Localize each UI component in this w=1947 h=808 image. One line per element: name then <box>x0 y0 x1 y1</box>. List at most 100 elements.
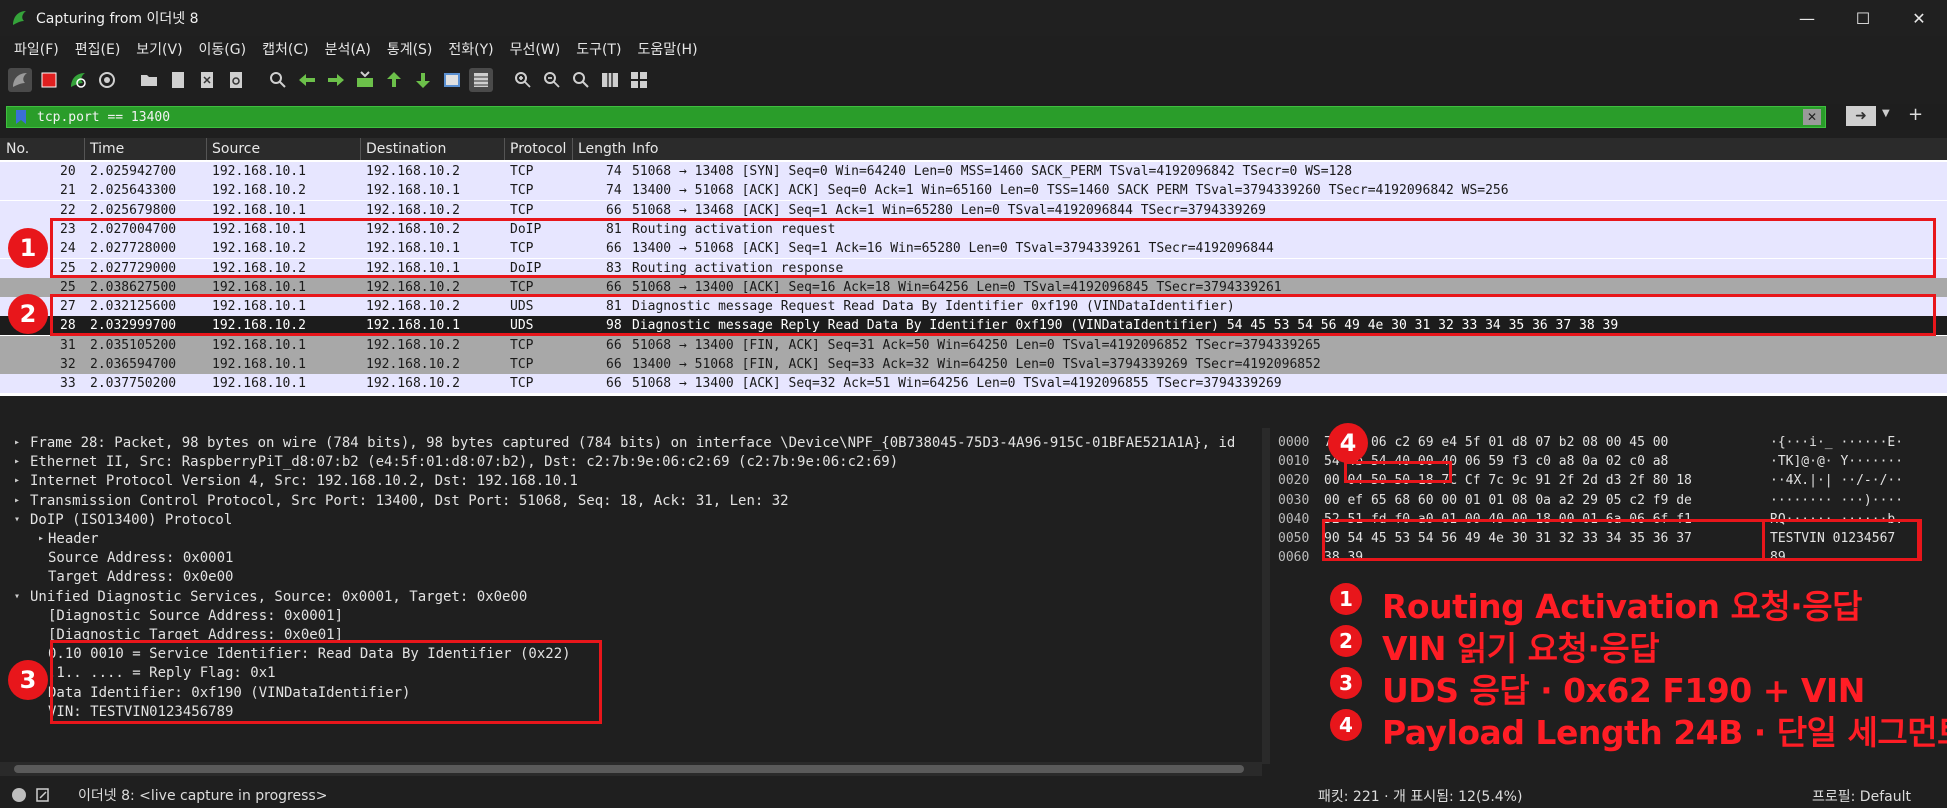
menu-capture[interactable]: 캡처(C) <box>254 39 316 59</box>
menu-wireless[interactable]: 무선(W) <box>502 39 569 59</box>
details-scroll-thumb[interactable] <box>14 765 1244 773</box>
packet-info: 51068 → 13400 [ACK] Seq=32 Ack=51 Win=64… <box>632 376 1282 392</box>
grid-icon <box>631 72 647 88</box>
packet-protocol: TCP <box>510 202 534 218</box>
close-button[interactable]: ✕ <box>1891 0 1947 36</box>
packet-time: 2.036594700 <box>90 357 177 372</box>
interface-status: 이더넷 8: <live capture in progress> <box>78 788 328 804</box>
colorize-button[interactable] <box>469 68 493 92</box>
filter-history-chevron-down-icon[interactable]: ▼ <box>1882 108 1890 119</box>
packet-destination: 192.168.10.2 <box>366 357 460 372</box>
capture-options-button[interactable] <box>95 68 119 92</box>
menu-help[interactable]: 도움말(H) <box>629 39 705 59</box>
menu-tools[interactable]: 도구(T) <box>568 39 629 59</box>
menu-telephony[interactable]: 전화(Y) <box>440 39 501 59</box>
expand-chevron-right-icon[interactable]: ▸ <box>14 495 20 506</box>
zoom-normal-button[interactable] <box>569 68 593 92</box>
hex-ascii: ········ ···)···· <box>1770 492 1904 508</box>
autoscroll-button[interactable] <box>440 68 464 92</box>
menu-statistics[interactable]: 통계(S) <box>379 39 441 59</box>
packet-row[interactable]: 22 2.025679800 192.168.10.1 192.168.10.2 TCP… <box>0 200 1947 220</box>
packet-source: 192.168.10.1 <box>212 376 306 392</box>
status-bar: 이더넷 8: <live capture in progress> 패킷: 22… <box>0 780 1947 808</box>
packet-row[interactable]: 32 2.036594700 192.168.10.1 192.168.10.2 TCP… <box>0 355 1947 374</box>
menu-view[interactable]: 보기(V) <box>128 39 190 59</box>
go-first-button[interactable] <box>382 68 406 92</box>
expand-chevron-right-icon[interactable]: ▸ <box>14 475 20 486</box>
capture-comment-icon[interactable] <box>36 788 50 802</box>
packet-info: 51068 → 13468 [ACK] Seq=1 Ack=1 Win=6528… <box>632 202 1266 218</box>
reload-file-button[interactable] <box>224 68 248 92</box>
document-icon <box>172 72 184 88</box>
packet-protocol: TCP <box>510 357 534 372</box>
display-filter-input[interactable]: tcp.port == 13400 ✕ <box>6 106 1826 128</box>
hex-bytes: 7b 9e 06 c2 69 e4 5f 01 d8 07 b2 08 00 4… <box>1324 435 1669 450</box>
open-file-button[interactable] <box>137 68 161 92</box>
detail-text: Transmission Control Protocol, Src Port:… <box>30 492 789 509</box>
layout-button[interactable] <box>627 68 651 92</box>
expand-chevron-down-icon[interactable]: ▾ <box>14 514 20 525</box>
col-info[interactable]: Info <box>632 141 659 157</box>
packet-destination: 192.168.10.2 <box>366 164 460 179</box>
packet-source: 192.168.10.1 <box>212 279 306 295</box>
expand-chevron-right-icon[interactable]: ▸ <box>38 533 44 544</box>
badge-2: 2 <box>8 294 48 334</box>
gear-icon <box>99 72 115 88</box>
menu-file[interactable]: 파일(F) <box>6 39 67 59</box>
packet-count-status: 패킷: 221 · 개 표시됨: 12(5.4%) <box>1318 789 1523 805</box>
pane-splitter[interactable] <box>0 396 1947 404</box>
menu-analyze[interactable]: 분석(A) <box>317 39 379 59</box>
expand-chevron-down-icon[interactable]: ▾ <box>14 591 20 602</box>
zoom-out-button[interactable] <box>540 68 564 92</box>
go-forward-button[interactable] <box>324 68 348 92</box>
close-file-button[interactable] <box>195 68 219 92</box>
col-time[interactable]: Time <box>90 141 124 157</box>
col-destination[interactable]: Destination <box>366 141 446 157</box>
packet-source: 192.168.10.1 <box>212 164 306 179</box>
restart-capture-button[interactable] <box>66 68 90 92</box>
highlight-box-vin-read <box>50 294 1936 336</box>
maximize-button[interactable]: ☐ <box>1835 0 1891 36</box>
profile-status[interactable]: 프로필: Default <box>1812 786 1911 806</box>
expand-chevron-right-icon[interactable]: ▸ <box>14 437 20 448</box>
packet-row[interactable]: 33 2.037750200 192.168.10.1 192.168.10.2 TCP… <box>0 374 1947 394</box>
packet-no: 20 <box>60 164 76 179</box>
col-no[interactable]: No. <box>6 141 29 157</box>
capture-status-icon[interactable] <box>12 788 26 802</box>
minimize-button[interactable]: — <box>1779 0 1835 36</box>
hex-offset: 0020 <box>1278 473 1310 489</box>
stop-capture-button[interactable] <box>37 68 61 92</box>
col-protocol[interactable]: Protocol <box>510 141 566 157</box>
menu-edit[interactable]: 편집(E) <box>67 39 129 59</box>
detail-text: Frame 28: Packet, 98 bytes on wire (784 … <box>30 435 1236 451</box>
vertical-splitter[interactable] <box>1262 428 1270 764</box>
go-to-packet-button[interactable] <box>353 68 377 92</box>
packet-source: 192.168.10.1 <box>212 357 306 372</box>
expand-chevron-right-icon[interactable]: ▸ <box>14 456 20 467</box>
save-file-button[interactable] <box>166 68 190 92</box>
col-source[interactable]: Source <box>212 141 260 157</box>
bookmark-icon[interactable] <box>13 109 29 125</box>
col-length[interactable]: Length <box>578 141 626 157</box>
resize-columns-button[interactable] <box>598 68 622 92</box>
packet-destination: 192.168.10.2 <box>366 337 460 353</box>
packet-row[interactable]: 21 2.025643300 192.168.10.2 192.168.10.1 TCP… <box>0 181 1947 201</box>
packet-no: 25 <box>60 279 76 295</box>
zoom-in-button[interactable] <box>511 68 535 92</box>
packet-row[interactable]: 20 2.025942700 192.168.10.1 192.168.10.2 TCP… <box>0 162 1947 181</box>
clear-filter-icon[interactable]: ✕ <box>1803 109 1821 125</box>
start-capture-button[interactable] <box>8 68 32 92</box>
packet-info: 13400 → 51068 [FIN, ACK] Seq=33 Ack=32 W… <box>632 357 1321 372</box>
go-back-button[interactable] <box>295 68 319 92</box>
apply-filter-button[interactable]: ➜ <box>1846 106 1876 126</box>
hex-offset: 0060 <box>1278 550 1310 566</box>
menu-go[interactable]: 이동(G) <box>191 39 255 59</box>
packet-no: 22 <box>60 202 76 218</box>
packet-source: 192.168.10.1 <box>212 202 306 218</box>
packet-protocol: TCP <box>510 164 534 179</box>
add-filter-button-plus-icon[interactable]: + <box>1908 104 1923 125</box>
packet-row[interactable]: 31 2.035105200 192.168.10.1 192.168.10.2 TCP… <box>0 335 1947 355</box>
go-last-button[interactable] <box>411 68 435 92</box>
detail-text: Ethernet II, Src: RaspberryPiT_d8:07:b2 … <box>30 454 899 471</box>
find-packet-button[interactable] <box>266 68 290 92</box>
